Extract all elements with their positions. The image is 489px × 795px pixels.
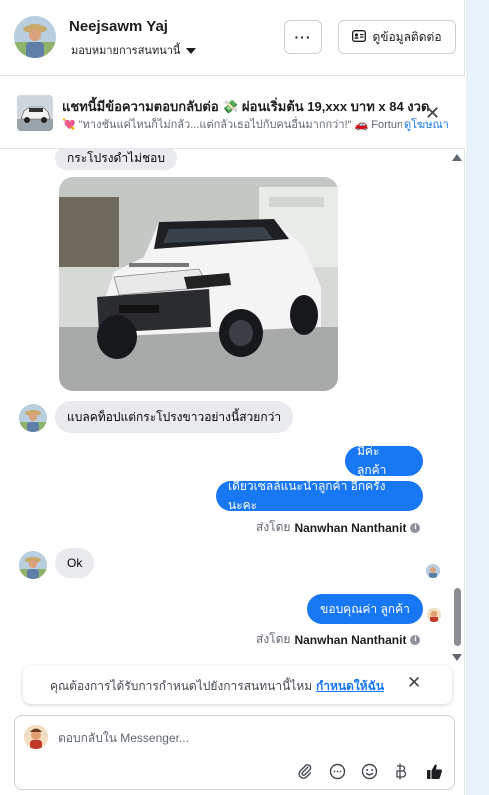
ad-thumbnail[interactable]	[17, 95, 53, 131]
contact-card-icon	[352, 29, 367, 45]
sent-by-label: ส่งโดย Nanwhan Nanthanit i	[256, 518, 421, 537]
customer-avatar[interactable]	[14, 16, 56, 58]
ad-reference-banner: แชทนี้มีข้อความตอบกลับต่อ 💸 ผ่อนเริ่มต้น…	[0, 77, 465, 149]
sent-by-prefix: ส่งโดย	[256, 520, 291, 534]
incoming-message: กระโปรงดำไม่ชอบ	[55, 149, 177, 170]
message-text: แบลคท็อปแต่กระโปรงขาวอย่างนี้สวยกว่า	[67, 409, 282, 424]
conversation-header: Neejsawm Yaj มอบหมายการสนทนานี้ ··· ดูข้…	[0, 0, 465, 76]
incoming-message: Ok	[55, 548, 95, 578]
chat-icon[interactable]	[328, 762, 346, 780]
customer-avatar-small	[19, 551, 47, 579]
message-thread[interactable]: กระโปรงดำไม่ชอบ แบลคท็อปแต่กระโปรงขาวอย่…	[0, 149, 465, 664]
message-text: มีค่ะ ลูกค้า	[357, 444, 387, 477]
close-icon[interactable]: ✕	[407, 674, 421, 691]
assign-dropdown[interactable]: มอบหมายการสนทนานี้	[71, 41, 197, 59]
outgoing-message: เดี๋ยวเซลล์แนะนำลูกค้า อีกครั้ง นะคะ	[216, 479, 423, 512]
outgoing-message: มีค่ะ ลูกค้า	[345, 444, 423, 477]
attachment-icon[interactable]	[296, 762, 314, 780]
side-panel-edge	[466, 0, 489, 795]
chevron-down-icon	[186, 47, 197, 54]
scroll-up-arrow-icon[interactable]	[452, 154, 462, 161]
message-text: กระโปรงดำไม่ชอบ	[67, 150, 165, 165]
customer-name[interactable]: Neejsawm Yaj	[69, 18, 168, 35]
outgoing-message: ขอบคุณค่า ลูกค้า	[307, 594, 423, 624]
sent-by-label: ส่งโดย Nanwhan Nanthanit i	[256, 630, 421, 649]
message-text: เดี๋ยวเซลล์แนะนำลูกค้า อีกครั้ง นะคะ	[228, 479, 386, 512]
assign-prompt: คุณต้องการได้รับการกำหนดไปยังการสนทนานี้…	[23, 666, 452, 704]
scrollbar-thumb[interactable]	[454, 588, 461, 646]
message-text: ขอบคุณค่า ลูกค้า	[320, 601, 410, 616]
seen-avatar	[427, 608, 441, 622]
message-text: Ok	[67, 556, 83, 570]
sender-name: Nanwhan Nanthanit	[294, 632, 407, 647]
view-contact-button[interactable]: ดูข้อมูลติดต่อ	[338, 20, 456, 54]
assign-prompt-text: คุณต้องการได้รับการกำหนดไปยังการสนทนานี้…	[50, 679, 313, 693]
sender-name: Nanwhan Nanthanit	[294, 520, 407, 535]
ad-title: แชทนี้มีข้อความตอบกลับต่อ 💸 ผ่อนเริ่มต้น…	[62, 99, 430, 114]
sent-by-prefix: ส่งโดย	[256, 632, 291, 646]
incoming-message: แบลคท็อปแต่กระโปรงขาวอย่างนี้สวยกว่า	[55, 401, 294, 433]
close-icon[interactable]: ✕	[425, 104, 440, 122]
conversation-panel: Neejsawm Yaj มอบหมายการสนทนานี้ ··· ดูข้…	[0, 0, 465, 795]
car-photo[interactable]	[59, 177, 338, 391]
message-composer	[14, 715, 455, 790]
assign-to-me-link[interactable]: กำหนดให้ฉัน	[316, 677, 384, 696]
customer-avatar-small	[19, 404, 47, 432]
info-icon[interactable]: i	[410, 634, 421, 645]
info-icon[interactable]: i	[410, 522, 421, 533]
agent-avatar	[24, 725, 48, 749]
dots-icon: ···	[294, 29, 312, 45]
thumbs-up-icon[interactable]	[425, 762, 443, 780]
reply-input[interactable]	[58, 731, 438, 745]
scroll-down-arrow-icon[interactable]	[452, 654, 462, 661]
assign-label: มอบหมายการสนทนานี้	[71, 45, 181, 57]
emoji-icon[interactable]	[360, 762, 378, 780]
view-contact-label: ดูข้อมูลติดต่อ	[372, 29, 442, 44]
baht-icon[interactable]	[392, 762, 410, 780]
more-options-button[interactable]: ···	[284, 20, 322, 54]
ad-description: 💘 "ทางชันแค่ไหนก็ไม่กลัว...แต่กลัวเธอไปก…	[62, 119, 402, 131]
seen-avatar	[426, 564, 440, 578]
